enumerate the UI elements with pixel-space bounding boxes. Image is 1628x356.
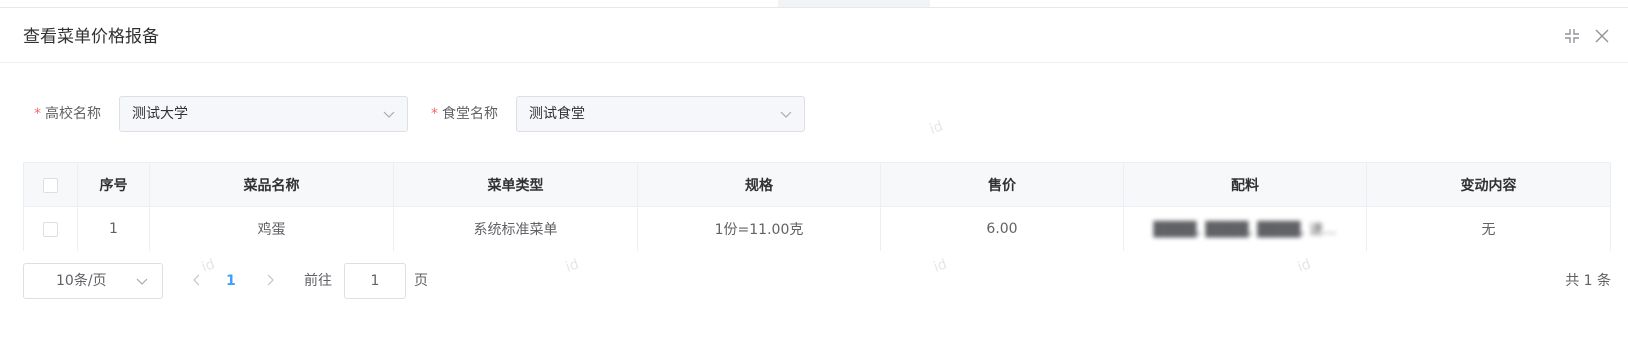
school-select-value: 测试大学 [132, 106, 188, 122]
filter-form: * 高校名称 测试大学 * 食堂名称 测试食堂 [0, 96, 1628, 132]
prev-page-button[interactable] [190, 273, 204, 287]
select-all-cell [24, 163, 78, 207]
table-header-row: 序号 菜品名称 菜单类型 规格 售价 配料 变动内容 [24, 163, 1610, 207]
price-report-dialog: id id id id id id id 查看菜单价格报备 *高校名称 测试大学 [0, 8, 1628, 356]
chevron-right-icon [267, 274, 274, 286]
background-tab [778, 0, 930, 7]
canteen-select-value: 测试食堂 [529, 106, 585, 122]
column-header: 菜品名称 [150, 163, 394, 207]
table-row[interactable]: 1 鸡蛋 系统标准菜单 1份=11.00克 6.00 ████, ████, █… [24, 207, 1610, 251]
close-button[interactable] [1593, 27, 1611, 45]
select-all-checkbox[interactable] [43, 177, 58, 193]
school-form-item: * 高校名称 [34, 96, 101, 132]
column-header: 序号 [78, 163, 150, 207]
page-size-select[interactable]: 10条/页 [23, 263, 163, 299]
dialog-header: 查看菜单价格报备 [0, 8, 1628, 63]
goto-label: 前往 [304, 273, 332, 289]
dish-price-table: 序号 菜品名称 菜单类型 规格 售价 配料 变动内容 1 鸡蛋 系统标准菜单 1… [23, 162, 1611, 251]
dish-name: 鸡蛋 [150, 207, 394, 251]
goto-suffix: 页 [414, 273, 428, 289]
school-label-text: 高校名称 [45, 106, 101, 122]
menu-type: 系统标准菜单 [394, 207, 638, 251]
total-count: 共 1 条 [1565, 273, 1611, 289]
goto-page-input[interactable]: 1 [344, 263, 406, 299]
price: 6.00 [881, 207, 1124, 251]
ingredients-cell: ████, ████, ████, 速... [1124, 207, 1367, 251]
page-number-current[interactable]: 1 [226, 263, 236, 299]
school-label: * 高校名称 [34, 96, 101, 132]
canteen-form-item: * 食堂名称 [431, 96, 498, 132]
pagination: 10条/页 1 前往 1 页 共 1 条 [0, 263, 1628, 299]
school-select[interactable]: 测试大学 [119, 96, 408, 132]
next-page-button[interactable] [263, 273, 277, 287]
canteen-label: * 食堂名称 [431, 96, 498, 132]
column-header: 规格 [638, 163, 881, 207]
change-content: 无 [1481, 222, 1496, 238]
minimize-button[interactable] [1563, 27, 1581, 45]
row-checkbox[interactable] [43, 221, 58, 237]
required-mark: * [34, 106, 41, 122]
canteen-label-text: 食堂名称 [442, 106, 498, 122]
canteen-select[interactable]: 测试食堂 [516, 96, 805, 132]
chevron-down-icon [383, 111, 395, 118]
page-size-value: 10条/页 [56, 273, 107, 289]
column-header: 售价 [881, 163, 1124, 207]
row-select-cell [24, 207, 78, 251]
ingredients-text: ████, ████, ████, 速... [1153, 222, 1337, 238]
chevron-down-icon [780, 111, 792, 118]
dialog-title: 查看菜单价格报备 [23, 27, 159, 47]
column-header: 配料 [1124, 163, 1367, 207]
chevron-left-icon [193, 274, 200, 286]
close-icon [1595, 29, 1609, 43]
compress-icon [1565, 29, 1579, 43]
required-mark: * [431, 106, 438, 122]
background-page-strip [0, 0, 1628, 8]
column-header: 菜单类型 [394, 163, 638, 207]
row-index: 1 [78, 207, 150, 251]
chevron-down-icon [136, 278, 148, 285]
spec: 1份=11.00克 [638, 207, 881, 251]
column-header: 变动内容 [1460, 178, 1517, 194]
